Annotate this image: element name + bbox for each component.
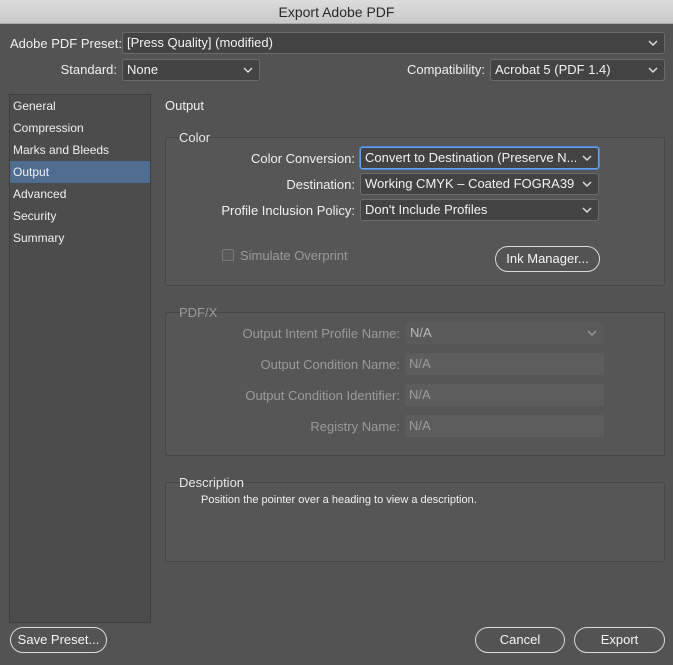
sidebar-item-output[interactable]: Output	[10, 161, 150, 183]
preset-value: [Press Quality] (modified)	[127, 35, 273, 50]
pdfx-group-title: PDF/X	[179, 305, 218, 320]
condition-name-field[interactable]: N/A	[405, 353, 604, 375]
destination-value: Working CMYK – Coated FOGRA39 ...	[365, 176, 576, 191]
condition-identifier-label: Output Condition Identifier:	[245, 388, 400, 403]
destination-label: Destination:	[286, 177, 355, 192]
registry-name-label: Registry Name:	[310, 419, 400, 434]
condition-name-label: Output Condition Name:	[260, 357, 400, 372]
compatibility-label: Compatibility:	[406, 62, 485, 77]
sidebar-item-advanced[interactable]: Advanced	[10, 183, 150, 205]
color-conversion-select[interactable]: Convert to Destination (Preserve N...	[360, 147, 599, 169]
chevron-down-icon	[582, 155, 592, 161]
sidebar-item-general[interactable]: General	[10, 95, 150, 117]
ink-manager-button[interactable]: Ink Manager...	[495, 246, 600, 272]
condition-identifier-field[interactable]: N/A	[405, 384, 604, 406]
chevron-down-icon	[582, 181, 592, 187]
color-group-title: Color	[179, 130, 211, 145]
sidebar-item-security[interactable]: Security	[10, 205, 150, 227]
preset-select[interactable]: [Press Quality] (modified)	[122, 32, 665, 54]
compatibility-value: Acrobat 5 (PDF 1.4)	[495, 62, 611, 77]
chevron-down-icon	[648, 67, 658, 73]
chevron-down-icon	[243, 67, 253, 73]
section-title: Output	[165, 98, 205, 113]
cancel-button[interactable]: Cancel	[475, 627, 565, 653]
description-title: Description	[179, 475, 245, 490]
standard-select[interactable]: None	[122, 59, 260, 81]
color-conversion-value: Convert to Destination (Preserve N...	[365, 150, 576, 165]
sidebar: General Compression Marks and Bleeds Out…	[9, 94, 151, 623]
description-text: Position the pointer over a heading to v…	[201, 494, 477, 506]
compatibility-select[interactable]: Acrobat 5 (PDF 1.4)	[490, 59, 665, 81]
color-conversion-label: Color Conversion:	[250, 151, 355, 166]
standard-label: Standard:	[60, 62, 117, 77]
destination-select[interactable]: Working CMYK – Coated FOGRA39 ...	[360, 173, 599, 195]
window-title: Export Adobe PDF	[0, 0, 673, 24]
chevron-down-icon	[582, 207, 592, 213]
export-button[interactable]: Export	[574, 627, 665, 653]
save-preset-button[interactable]: Save Preset...	[10, 627, 107, 653]
profile-inclusion-select[interactable]: Don't Include Profiles	[360, 199, 599, 221]
intent-profile-select[interactable]: N/A	[405, 322, 604, 344]
sidebar-item-summary[interactable]: Summary	[10, 227, 150, 249]
simulate-overprint-checkbox[interactable]	[222, 249, 234, 261]
chevron-down-icon	[648, 40, 658, 46]
profile-inclusion-label: Profile Inclusion Policy:	[221, 203, 355, 218]
intent-profile-label: Output Intent Profile Name:	[242, 326, 400, 341]
profile-inclusion-value: Don't Include Profiles	[365, 202, 488, 217]
chevron-down-icon	[587, 330, 597, 336]
intent-profile-value: N/A	[410, 325, 432, 340]
registry-name-field[interactable]: N/A	[405, 415, 604, 437]
sidebar-item-compression[interactable]: Compression	[10, 117, 150, 139]
preset-label: Adobe PDF Preset:	[10, 36, 122, 51]
simulate-overprint-label: Simulate Overprint	[240, 248, 348, 263]
sidebar-item-marks-and-bleeds[interactable]: Marks and Bleeds	[10, 139, 150, 161]
standard-value: None	[127, 62, 159, 77]
